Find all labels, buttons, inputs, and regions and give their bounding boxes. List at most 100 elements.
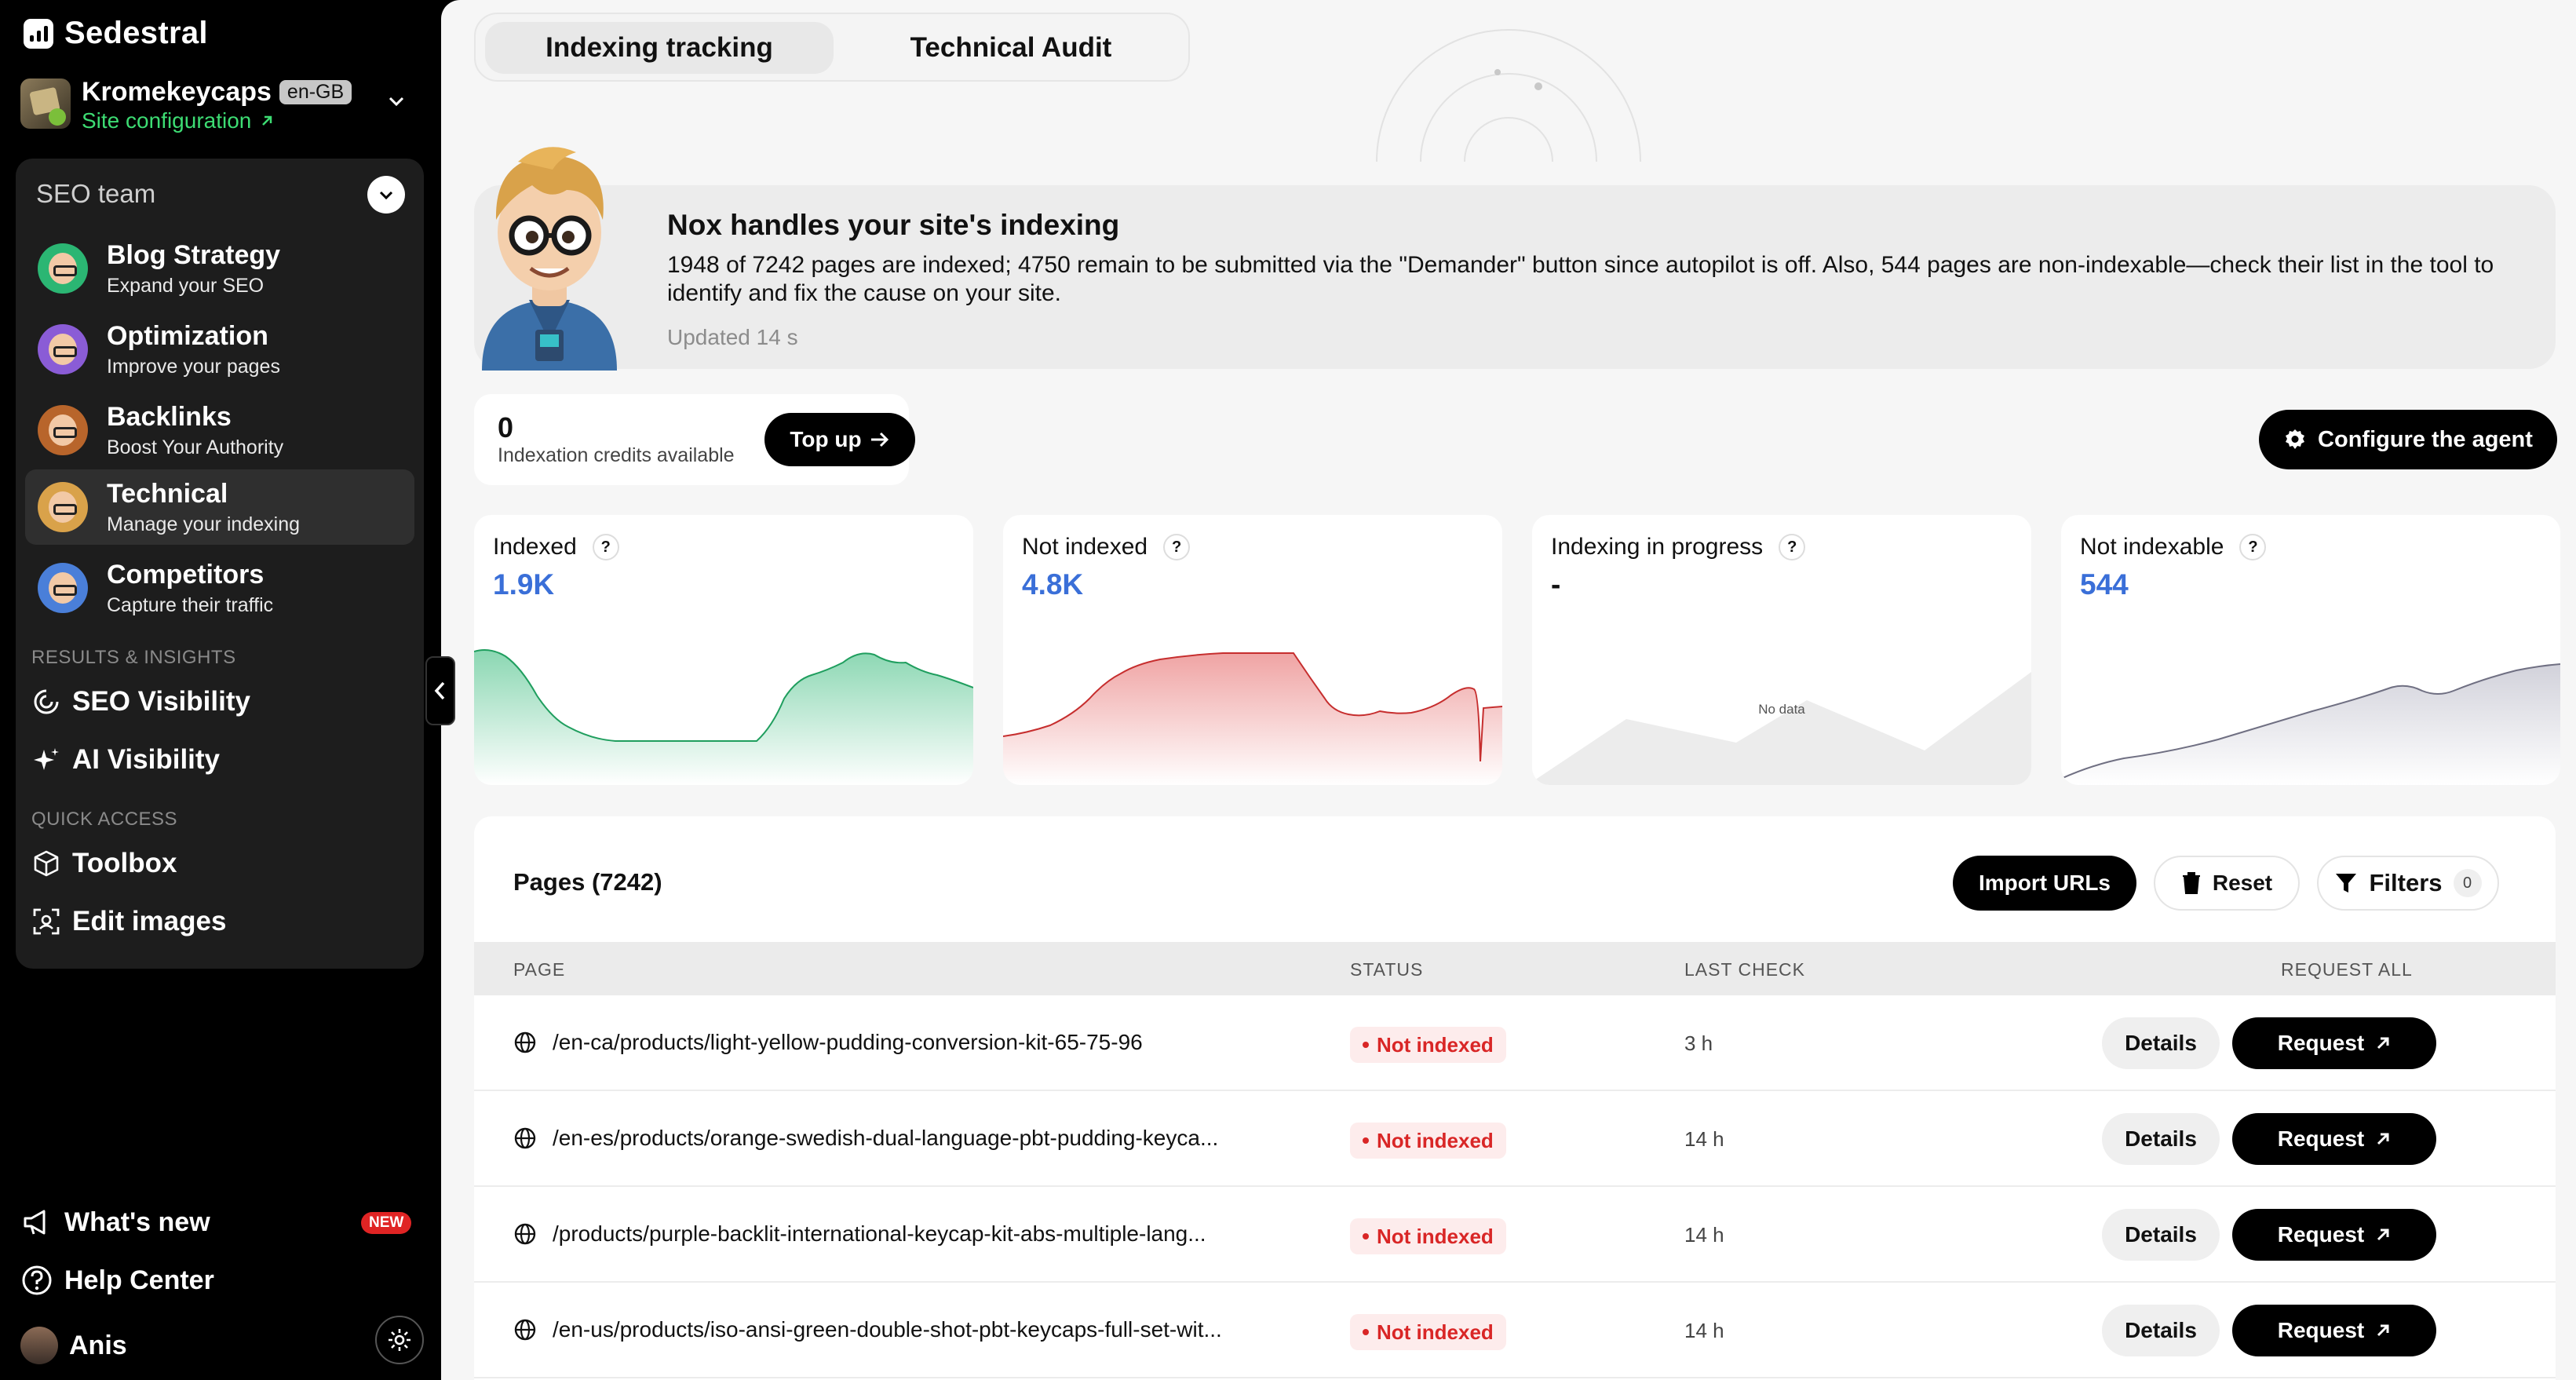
no-data-label: No data [1758,702,1805,717]
card-value: 544 [2080,568,2129,601]
top-up-button[interactable]: Top up [764,413,915,466]
agent-title: Optimization [107,321,268,351]
agent-title: Technical [107,479,228,509]
gear-icon [2286,429,2305,449]
page-url-cell[interactable]: /en-ca/products/light-yellow-pudding-con… [513,1030,1143,1055]
nav-label: SEO Visibility [72,686,250,717]
details-button[interactable]: Details [2102,1209,2220,1261]
status-badge: Not indexed [1350,1123,1506,1159]
agent-title: Competitors [107,560,265,590]
agent-subtitle: Expand your SEO [107,275,265,297]
agent-backlinks[interactable]: Backlinks Boost Your Authority [25,392,414,468]
chevron-down-icon[interactable] [385,89,408,113]
agent-technical[interactable]: Technical Manage your indexing [25,469,414,545]
help-tooltip-icon[interactable]: ? [592,534,619,560]
settings-button[interactable] [375,1316,424,1364]
agent-avatar [38,405,88,455]
details-button[interactable]: Details [2102,1113,2220,1165]
page-url-cell[interactable]: /en-us/products/iso-ansi-green-double-sh… [513,1317,1222,1342]
site-name: Kromekeycaps en-GB [82,77,352,108]
agent-status-banner: Nox handles your site's indexing 1948 of… [474,185,2556,369]
indexed-sparkline [474,649,973,785]
tab-technical-audit[interactable]: Technical Audit [840,22,1182,74]
agent-competitors[interactable]: Competitors Capture their traffic [25,550,414,626]
globe-icon [514,1319,536,1341]
details-button[interactable]: Details [2102,1017,2220,1069]
arrow-right-icon [870,432,888,447]
request-label: Request [2277,1318,2365,1342]
request-button[interactable]: Request [2232,1209,2436,1261]
radar-decoration [1376,29,1641,162]
site-selector[interactable]: Kromekeycaps en-GB Site configuration [20,74,413,137]
nav-seo-visibility[interactable]: SEO Visibility [31,686,250,717]
globe-icon [514,1031,536,1053]
nav-ai-visibility[interactable]: AI Visibility [31,744,220,776]
whats-new-link[interactable]: What's new [20,1206,210,1239]
configure-agent-button[interactable]: Configure the agent [2259,410,2557,469]
page-url-cell[interactable]: /en-es/products/orange-swedish-dual-lang… [513,1126,1218,1151]
help-tooltip-icon[interactable]: ? [1163,534,1191,560]
agent-subtitle: Capture their traffic [107,594,274,616]
import-urls-button[interactable]: Import URLs [1953,856,2136,911]
pages-title: Pages (7242) [513,868,662,896]
card-value: 1.9K [493,568,555,601]
agent-optimization[interactable]: Optimization Improve your pages [25,312,414,387]
brand[interactable]: Sedestral [24,16,208,51]
page-url: /en-us/products/iso-ansi-green-double-sh… [553,1317,1222,1342]
banner-updated: Updated 14 s [667,325,798,349]
request-button[interactable]: Request [2232,1305,2436,1356]
request-all-button[interactable]: REQUEST ALL [2281,959,2413,980]
nav-label: Edit images [72,906,227,936]
sparkle-icon [34,748,59,770]
last-check: 3 h [1684,1031,1713,1055]
tab-indexing-tracking[interactable]: Indexing tracking [485,22,834,74]
sidebar: Sedestral Kromekeycaps en-GB Site config… [0,0,441,1380]
indexation-credits-card: 0 Indexation credits available Top up [474,394,915,485]
page-url-cell[interactable]: /products/purple-backlit-international-k… [513,1221,1206,1247]
globe-icon [514,1223,536,1245]
nav-edit-images[interactable]: Edit images [31,906,226,937]
agent-avatar [38,563,88,613]
details-button[interactable]: Details [2102,1305,2220,1356]
card-title-label: Not indexed [1022,534,1148,560]
brand-name: Sedestral [64,16,208,50]
main-content: Indexing tracking Technical Audit Nox ha… [441,0,2576,1380]
globe-icon [514,1127,536,1149]
new-badge: NEW [361,1212,412,1234]
stat-card-not-indexed: Not indexed? 4.8K [1003,515,1502,785]
stat-card-not-indexable: Not indexable? 544 [2061,515,2560,785]
agent-subtitle: Improve your pages [107,356,280,378]
card-title: Indexing in progress? [1551,534,1806,560]
reset-label: Reset [2212,871,2273,895]
sidebar-collapse-handle[interactable] [425,656,455,725]
shopify-icon [49,108,66,126]
gear-icon [389,1329,410,1351]
status-badge: Not indexed [1350,1314,1506,1350]
request-label: Request [2277,1031,2365,1055]
card-title-label: Not indexable [2080,534,2224,560]
request-button[interactable]: Request [2232,1113,2436,1165]
help-tooltip-icon[interactable]: ? [1779,534,1806,560]
table-header: PAGE STATUS LAST CHECK REQUEST ALL [474,942,2556,995]
table-row: /en-es/products/orange-swedish-dual-lang… [474,1091,2556,1187]
filters-button[interactable]: Filters 0 [2317,856,2499,911]
reset-button[interactable]: Reset [2154,856,2300,911]
column-status: STATUS [1350,959,1424,980]
help-center-link[interactable]: Help Center [20,1264,214,1297]
status-badge: Not indexed [1350,1027,1506,1063]
card-value: - [1551,568,1561,601]
agent-blog-strategy[interactable]: Blog Strategy Expand your SEO [25,231,414,306]
help-tooltip-icon[interactable]: ? [2239,534,2267,560]
request-button[interactable]: Request [2232,1017,2436,1069]
card-title: Indexed? [493,534,619,560]
box-icon [34,850,59,877]
user-profile[interactable]: Anis [20,1327,127,1364]
last-check: 14 h [1684,1223,1724,1247]
card-title-label: Indexed [493,534,577,560]
seo-team-collapse-button[interactable] [367,176,405,214]
status-badge: Not indexed [1350,1218,1506,1254]
nav-toolbox[interactable]: Toolbox [31,848,177,879]
external-arrow-icon [2377,1228,2389,1241]
column-last-check: LAST CHECK [1684,959,1806,980]
site-configuration-link[interactable]: Site configuration [82,108,275,133]
